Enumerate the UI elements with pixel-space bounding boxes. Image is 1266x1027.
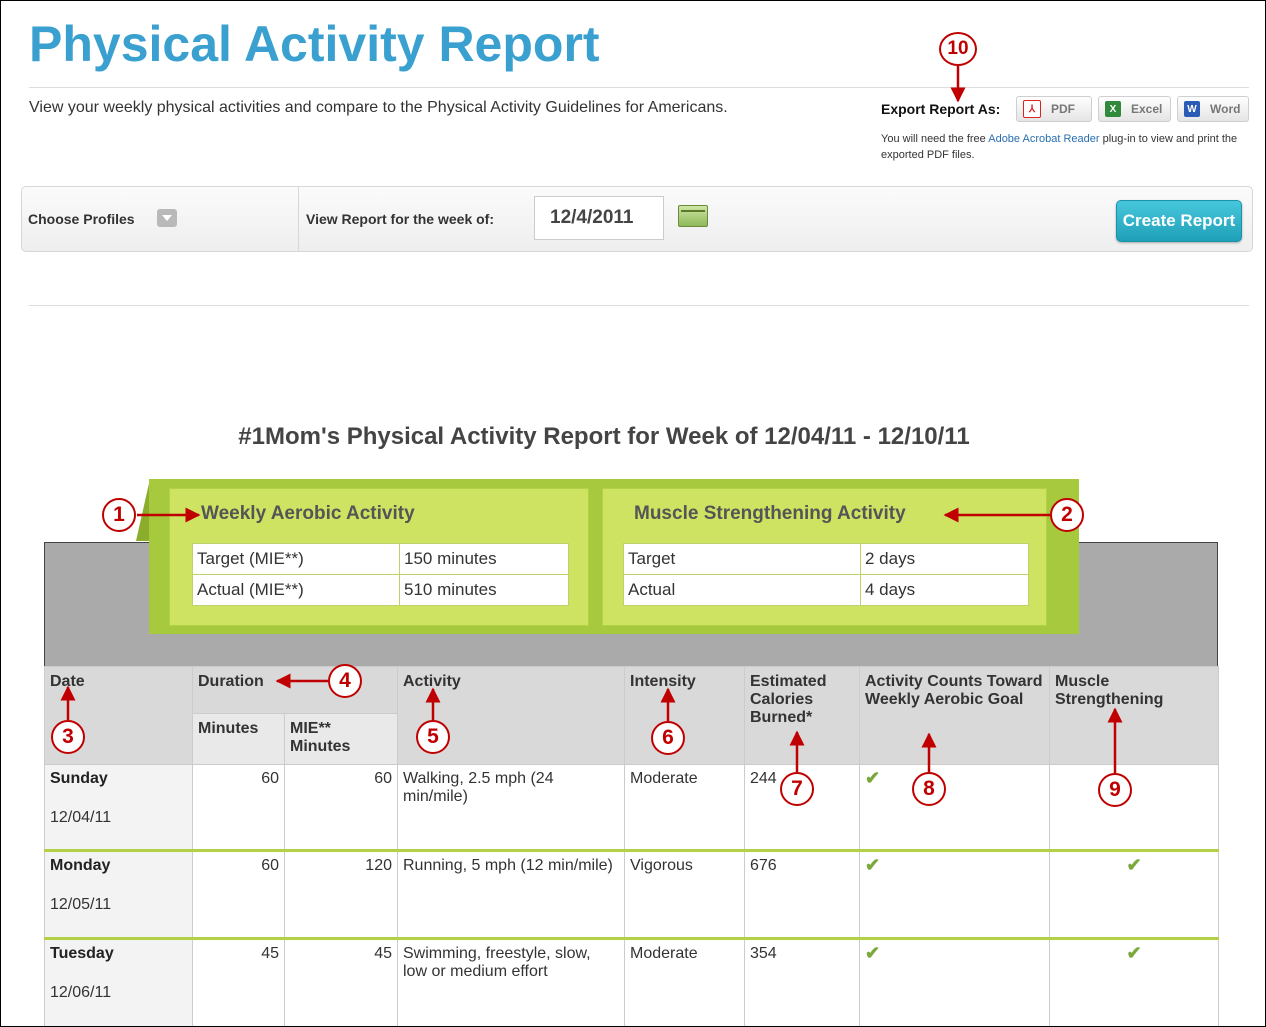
calories-cell: 354 — [744, 937, 860, 1026]
check-icon: ✔ — [1126, 943, 1142, 963]
table-row: Sunday 12/04/11 60 60 Walking, 2.5 mph (2… — [44, 764, 1219, 851]
calories-cell: 676 — [744, 849, 860, 939]
muscle-target-value: 2 days — [860, 543, 1029, 575]
intro-text: View your weekly physical activities and… — [29, 99, 728, 116]
check-icon: ✔ — [865, 768, 881, 788]
muscle-cell — [1049, 764, 1219, 851]
activity-cell: Walking, 2.5 mph (24 min/mile) — [397, 764, 625, 851]
table-row: Tuesday 12/06/11 45 45 Swimming, freestyl… — [44, 937, 1219, 1026]
page-frame: Physical Activity Report View your weekl… — [0, 0, 1266, 1027]
day-name: Tuesday — [50, 945, 114, 962]
muscle-summary: Muscle Strengthening Activity Target 2 da… — [602, 488, 1047, 626]
export-note: You will need the free Adobe Acrobat Rea… — [881, 131, 1251, 163]
col-minutes: Minutes — [192, 713, 285, 765]
muscle-target-label: Target — [623, 543, 861, 575]
report-title: #1Mom's Physical Activity Report for Wee… — [238, 423, 970, 450]
chevron-down-icon[interactable] — [157, 209, 177, 227]
export-note-text: You will need the free — [881, 133, 989, 145]
choose-profiles-label[interactable]: Choose Profiles — [28, 211, 135, 227]
date-cell: Monday 12/05/11 — [44, 849, 193, 939]
date-cell: Sunday 12/04/11 — [44, 764, 193, 851]
minutes-cell: 60 — [192, 764, 285, 851]
col-aerobic-goal: Activity Counts Toward Weekly Aerobic Go… — [859, 666, 1050, 765]
calendar-icon[interactable] — [678, 205, 708, 227]
aerobic-actual-label: Actual (MIE**) — [192, 574, 400, 606]
callout-3: 3 — [51, 720, 85, 754]
export-label: Export Report As: — [881, 101, 1001, 117]
divider — [29, 87, 1249, 88]
mie-cell: 60 — [284, 764, 398, 851]
muscle-summary-title: Muscle Strengthening Activity — [634, 503, 906, 524]
muscle-cell: ✔ — [1049, 937, 1219, 1026]
divider — [29, 305, 1249, 306]
toolbar-divider — [298, 187, 299, 251]
col-calories: Estimated Calories Burned* — [744, 666, 860, 765]
mie-cell: 120 — [284, 849, 398, 939]
intensity-cell: Moderate — [624, 937, 745, 1026]
col-intensity: Intensity — [624, 666, 745, 765]
week-label: View Report for the week of: — [306, 211, 494, 227]
date-value: 12/04/11 — [50, 809, 112, 826]
minutes-cell: 60 — [192, 849, 285, 939]
aerobic-target-value: 150 minutes — [399, 543, 569, 575]
muscle-actual-value: 4 days — [860, 574, 1029, 606]
word-icon: W — [1184, 101, 1200, 117]
callout-4: 4 — [328, 664, 362, 698]
date-cell: Tuesday 12/06/11 — [44, 937, 193, 1026]
mie-cell: 45 — [284, 937, 398, 1026]
activity-cell: Running, 5 mph (12 min/mile) — [397, 849, 625, 939]
date-value: 12/05/11 — [50, 896, 112, 913]
callout-9: 9 — [1098, 773, 1132, 807]
callout-5: 5 — [416, 720, 450, 754]
export-word-label: Word — [1210, 102, 1241, 116]
callout-2: 2 — [1050, 498, 1084, 532]
week-date-input[interactable] — [534, 196, 664, 240]
excel-icon: X — [1105, 101, 1121, 117]
aerobic-target-label: Target (MIE**) — [192, 543, 400, 575]
day-name: Monday — [50, 857, 111, 874]
report-toolbar: Choose Profiles View Report for the week… — [21, 186, 1253, 252]
intensity-cell: Moderate — [624, 764, 745, 851]
col-muscle: Muscle Strengthening — [1049, 666, 1219, 765]
callout-8: 8 — [912, 772, 946, 806]
aerobic-goal-cell: ✔ — [859, 849, 1050, 939]
activity-cell: Swimming, freestyle, slow, low or medium… — [397, 937, 625, 1026]
aerobic-goal-cell: ✔ — [859, 937, 1050, 1026]
date-value: 12/06/11 — [50, 984, 112, 1001]
aerobic-goal-cell: ✔ — [859, 764, 1050, 851]
aerobic-summary-title: Weekly Aerobic Activity — [201, 503, 415, 524]
export-pdf-button[interactable]: ⅄ PDF — [1016, 96, 1092, 122]
check-icon: ✔ — [865, 855, 881, 875]
col-mie-minutes: MIE** Minutes — [284, 713, 398, 765]
pdf-icon: ⅄ — [1023, 100, 1041, 118]
export-excel-label: Excel — [1131, 102, 1163, 116]
page-title: Physical Activity Report — [29, 16, 600, 72]
col-duration: Duration — [192, 666, 398, 714]
activity-table: Date Duration Activity Intensity Estimat… — [44, 666, 1219, 1026]
create-report-button[interactable]: Create Report — [1116, 200, 1242, 242]
check-icon: ✔ — [1126, 855, 1142, 875]
minutes-cell: 45 — [192, 937, 285, 1026]
muscle-actual-label: Actual — [623, 574, 861, 606]
export-pdf-label: PDF — [1051, 102, 1075, 116]
acrobat-reader-link[interactable]: Adobe Acrobat Reader — [988, 133, 1099, 145]
aerobic-summary: Weekly Aerobic Activity Target (MIE**) 15… — [169, 488, 589, 626]
export-excel-button[interactable]: X Excel — [1098, 96, 1171, 122]
table-row: Monday 12/05/11 60 120 Running, 5 mph (12… — [44, 849, 1219, 939]
callout-1: 1 — [102, 498, 136, 532]
callout-7: 7 — [780, 772, 814, 806]
muscle-cell: ✔ — [1049, 849, 1219, 939]
export-word-button[interactable]: W Word — [1177, 96, 1249, 122]
muscle-summary-table: Target 2 days Actual 4 days — [623, 543, 1029, 606]
check-icon: ✔ — [865, 943, 881, 963]
callout-10: 10 — [939, 32, 977, 66]
intensity-cell: Vigorous — [624, 849, 745, 939]
callout-6: 6 — [651, 721, 685, 755]
day-name: Sunday — [50, 770, 108, 787]
green-panel-tab — [136, 479, 150, 541]
aerobic-summary-table: Target (MIE**) 150 minutes Actual (MIE**)… — [192, 543, 569, 606]
aerobic-actual-value: 510 minutes — [399, 574, 569, 606]
